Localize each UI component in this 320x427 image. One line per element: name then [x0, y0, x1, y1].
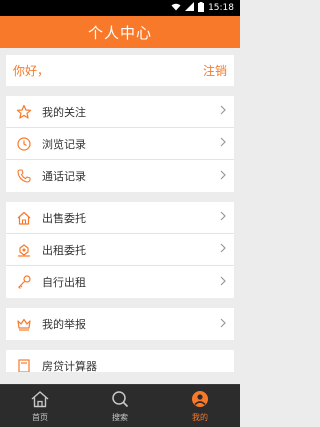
status-time: 15:18: [208, 3, 234, 13]
menu-item-browse-history[interactable]: 浏览记录: [6, 128, 234, 160]
star-icon: [14, 102, 34, 122]
key-icon: [14, 272, 34, 292]
logout-button[interactable]: 注销: [203, 62, 227, 79]
house-icon: [14, 208, 34, 228]
handshake-icon: [14, 240, 34, 260]
wifi-icon: [171, 3, 181, 14]
menu-group-1: 我的关注 浏览记录 通话记录: [6, 96, 234, 192]
user-icon: [190, 390, 210, 412]
menu-item-label: 出租委托: [42, 243, 86, 257]
chevron-right-icon: [220, 105, 226, 118]
tab-label: 首页: [32, 412, 48, 422]
chevron-right-icon: [220, 170, 226, 183]
menu-item-mortgage-calculator[interactable]: 房贷计算器: [6, 350, 234, 372]
menu-item-label: 自行出租: [42, 276, 86, 289]
menu-item-self-rent[interactable]: 自行出租: [6, 266, 234, 298]
greeting-text: 你好，: [13, 64, 50, 78]
menu-item-my-report[interactable]: 我的举报: [6, 308, 234, 340]
home-icon: [30, 390, 50, 412]
search-icon: [110, 390, 130, 412]
tab-label: 搜索: [112, 412, 128, 422]
menu-item-label: 我的关注: [42, 105, 86, 119]
menu-group-3: 我的举报: [6, 308, 234, 340]
chevron-right-icon: [220, 243, 226, 256]
phone-icon: [14, 166, 34, 186]
tab-home[interactable]: 首页: [0, 385, 80, 427]
status-bar: 15:18: [0, 0, 240, 16]
calculator-icon: [14, 356, 34, 372]
menu-item-label: 房贷计算器: [42, 360, 97, 372]
menu-item-label: 出售委托: [42, 211, 86, 225]
menu-item-sale-commission[interactable]: 出售委托: [6, 202, 234, 234]
tab-label: 我的: [192, 412, 208, 422]
tab-mine[interactable]: 我的: [160, 385, 240, 427]
menu-group-2: 出售委托 出租委托 自行出租: [6, 202, 234, 298]
greeting-bar: 你好， 注销: [6, 55, 234, 86]
menu-item-rent-commission[interactable]: 出租委托: [6, 234, 234, 266]
chevron-right-icon: [220, 211, 226, 224]
menu-item-label: 通话记录: [42, 170, 86, 183]
crown-icon: [14, 314, 34, 334]
chevron-right-icon: [220, 276, 226, 289]
chevron-right-icon: [220, 137, 226, 150]
battery-icon: [198, 1, 205, 15]
menu-item-my-follow[interactable]: 我的关注: [6, 96, 234, 128]
clock-icon: [14, 134, 34, 154]
chevron-right-icon: [220, 318, 226, 331]
menu-item-label: 我的举报: [42, 318, 86, 331]
page-title: 个人中心: [0, 16, 240, 48]
menu-item-call-history[interactable]: 通话记录: [6, 160, 234, 192]
bottom-tab-bar: 首页 搜索 我的: [0, 384, 240, 427]
signal-icon: [185, 2, 195, 14]
tab-search[interactable]: 搜索: [80, 385, 160, 427]
menu-item-label: 浏览记录: [42, 137, 86, 151]
menu-item-row: 房贷计算器: [6, 350, 234, 372]
